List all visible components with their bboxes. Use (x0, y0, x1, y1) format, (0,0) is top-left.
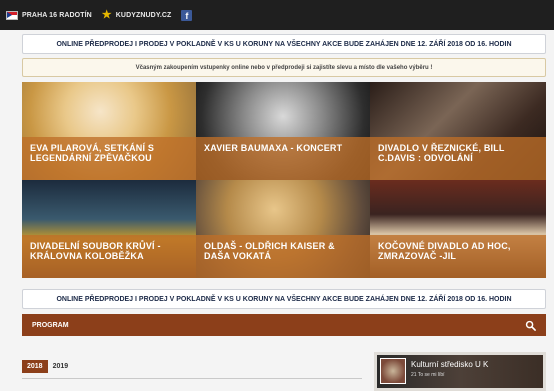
event-title: DIVADLO V ŘEZNICKÉ, BILL C.DAVIS : ODVOL… (370, 136, 546, 180)
event-title: XAVIER BAUMAXA - KONCERT (196, 136, 370, 180)
praha16-label: PRAHA 16 RADOTÍN (22, 11, 92, 19)
program-menu-item[interactable]: PROGRAM (32, 322, 69, 329)
page-avatar (380, 358, 406, 384)
presale-notice-bottom: ONLINE PŘEDPRODEJ I PRODEJ V POKLADNĚ V … (22, 289, 546, 309)
program-bar: PROGRAM (22, 314, 546, 336)
facebook-icon[interactable]: f (181, 9, 193, 21)
year-tabs: 2018 2019 (22, 360, 73, 373)
star-icon: ★ (101, 8, 112, 21)
event-grid: EVA PILAROVÁ, SETKÁNÍ S LEGENDÁRNÍ ZPĚVA… (22, 82, 546, 278)
search-icon[interactable] (525, 320, 536, 331)
divider (22, 378, 362, 379)
widget-likes: 21 To se mi líbí (411, 372, 445, 378)
kudyznudy-label: KUDYZNUDY.CZ (115, 11, 172, 19)
praha16-link[interactable]: PRAHA 16 RADOTÍN (6, 10, 92, 20)
event-tile[interactable]: DIVADLO V ŘEZNICKÉ, BILL C.DAVIS : ODVOL… (370, 82, 546, 180)
event-title: KOČOVNÉ DIVADLO AD HOC, ZMRAZOVAČ -JIL (370, 234, 546, 278)
facebook-glyph: f (185, 10, 189, 21)
top-bar: PRAHA 16 RADOTÍN ★ KUDYZNUDY.CZ f (0, 0, 554, 30)
event-tile[interactable]: OLDAŠ - OLDŘICH KAISER & DAŠA VOKATÁ (196, 180, 370, 278)
presale-notice-text: ONLINE PŘEDPRODEJ I PRODEJ V POKLADNĚ V … (56, 295, 512, 303)
event-tile[interactable]: XAVIER BAUMAXA - KONCERT (196, 82, 370, 180)
tab-year-2019[interactable]: 2019 (48, 360, 74, 373)
event-tile[interactable]: KOČOVNÉ DIVADLO AD HOC, ZMRAZOVAČ -JIL (370, 180, 546, 278)
presale-notice-top: ONLINE PŘEDPRODEJ I PRODEJ V POKLADNĚ V … (22, 34, 546, 54)
event-tile[interactable]: DIVADELNÍ SOUBOR KRŮVÍ - KRÁLOVNA KOLOBĚ… (22, 180, 196, 278)
presale-notice-text: ONLINE PŘEDPRODEJ I PRODEJ V POKLADNĚ V … (56, 40, 512, 48)
widget-title: Kulturní středisko U K (411, 360, 489, 369)
tab-year-2018[interactable]: 2018 (22, 360, 48, 373)
facebook-page-widget[interactable]: Kulturní středisko U K 21 To se mi líbí (374, 352, 546, 391)
event-title: EVA PILAROVÁ, SETKÁNÍ S LEGENDÁRNÍ ZPĚVA… (22, 136, 196, 180)
event-tile[interactable]: EVA PILAROVÁ, SETKÁNÍ S LEGENDÁRNÍ ZPĚVA… (22, 82, 196, 180)
event-title: DIVADELNÍ SOUBOR KRŮVÍ - KRÁLOVNA KOLOBĚ… (22, 234, 196, 278)
kudyznudy-link[interactable]: ★ KUDYZNUDY.CZ (101, 8, 172, 21)
czech-flag-icon (6, 10, 18, 20)
advice-notice: Včasným zakoupením vstupenky online nebo… (22, 58, 546, 77)
page-content: ONLINE PŘEDPRODEJ I PRODEJ V POKLADNĚ V … (0, 30, 554, 391)
event-title: OLDAŠ - OLDŘICH KAISER & DAŠA VOKATÁ (196, 234, 370, 278)
advice-notice-text: Včasným zakoupením vstupenky online nebo… (135, 64, 433, 71)
